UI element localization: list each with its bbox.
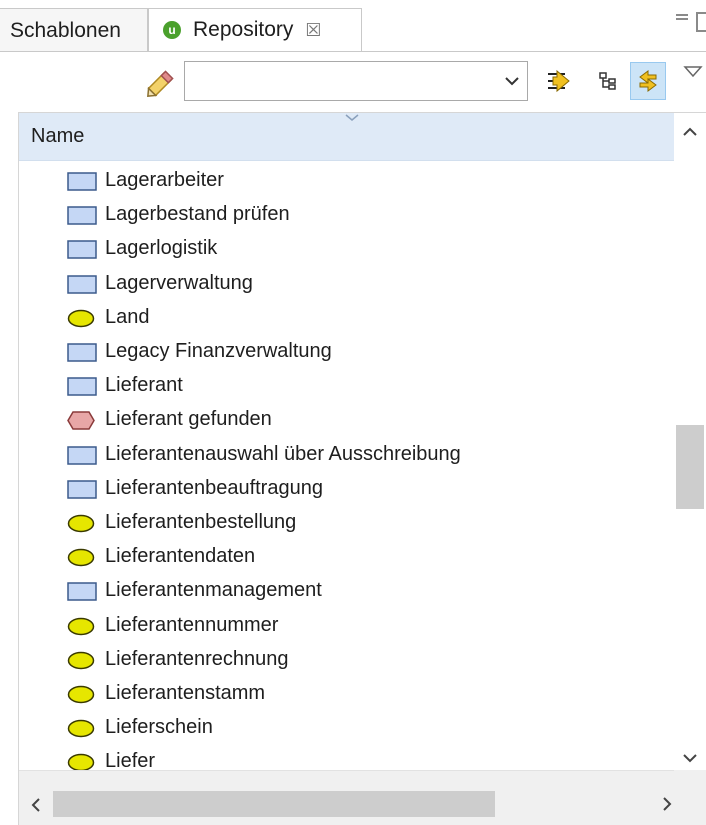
chevron-down-icon[interactable] — [503, 68, 521, 94]
tree-item[interactable]: Lieferschein — [19, 711, 674, 745]
tree-item[interactable]: Lieferantenmanagement — [19, 574, 674, 608]
tree-item-label: Lagerbestand prüfen — [105, 203, 290, 226]
rectangle-icon — [67, 206, 97, 225]
tree-layout-button[interactable] — [590, 62, 626, 100]
rectangle-icon — [67, 274, 97, 294]
tree-item-label: Lagerarbeiter — [105, 169, 224, 191]
tree-item[interactable]: Lieferantennummer — [19, 609, 674, 643]
tab-repository-label: Repository — [193, 18, 294, 41]
tab-repository[interactable]: u Repository ☒ — [148, 8, 362, 52]
tree-item[interactable]: Lieferantendaten — [19, 540, 674, 574]
ellipse-icon — [67, 754, 95, 770]
rectangle-icon — [67, 172, 97, 191]
pencil-filter-icon[interactable] — [142, 62, 182, 102]
view-menu-icon[interactable] — [682, 64, 704, 80]
tree-item-label: Lieferantenauswahl über Ausschreibung — [105, 442, 461, 465]
link-editor-button[interactable] — [540, 62, 576, 100]
tree-item-label: Lieferant gefunden — [105, 408, 272, 431]
tree-rows: Lagerarbeiter Lagerbestand prüfen Lagerlog… — [19, 162, 674, 770]
column-header-label: Name — [31, 125, 85, 147]
tree-item[interactable]: Lieferantenstamm — [19, 677, 674, 711]
close-icon[interactable]: ☒ — [305, 20, 321, 41]
tree-item[interactable]: Lieferantenbestellung — [19, 506, 674, 540]
tree-item-label: Lieferschein — [105, 716, 213, 739]
tree-item[interactable]: Lagerarbeiter — [19, 164, 674, 198]
tree-item-label: Land — [105, 305, 150, 328]
hexagon-icon — [67, 411, 95, 431]
view-tab-bar: Schablonen u Repository ☒ — [0, 0, 706, 52]
tree-item-label: Lieferantenbeauftragung — [105, 476, 323, 499]
tree-item-label: Liefer — [105, 750, 156, 770]
tree-item-label: Lieferantenmanagement — [105, 579, 322, 602]
repository-toolbar — [0, 52, 706, 112]
tab-schablonen-label: Schablonen — [10, 18, 121, 42]
tree-item[interactable]: Legacy Finanzverwaltung — [19, 335, 674, 369]
rectangle-icon — [67, 240, 97, 260]
horizontal-scroll-thumb[interactable] — [53, 791, 495, 817]
rectangle-icon — [67, 377, 97, 396]
tree-item-label: Lieferantenbestellung — [105, 511, 297, 533]
tree-item[interactable]: Land — [19, 301, 674, 335]
maximize-icon[interactable] — [696, 12, 706, 32]
ellipse-icon — [67, 651, 95, 670]
ellipse-icon — [67, 685, 95, 704]
tree-item-label: Legacy Finanzverwaltung — [105, 340, 332, 362]
tree-item[interactable]: Lagerlogistik — [19, 232, 674, 266]
ellipse-icon — [67, 309, 95, 328]
tree-item-label: Lieferantenstamm — [105, 682, 266, 704]
ellipse-icon — [67, 719, 95, 738]
horizontal-scrollbar[interactable] — [19, 770, 674, 825]
tree-item[interactable]: Liefer — [19, 745, 674, 770]
repository-icon: u — [163, 21, 181, 39]
rectangle-icon — [67, 343, 97, 362]
rectangle-icon — [67, 480, 97, 499]
ellipse-icon — [67, 617, 95, 635]
tree-item-label: Lieferant — [105, 374, 183, 397]
tree-item[interactable]: Lieferantenauswahl über Ausschreibung — [19, 438, 674, 472]
tree-item[interactable]: Lieferantenrechnung — [19, 643, 674, 677]
tree-item-label: Lagerlogistik — [105, 237, 218, 260]
scroll-left-icon[interactable] — [29, 795, 43, 815]
tree-item[interactable]: Lagerverwaltung — [19, 267, 674, 301]
tree-item[interactable]: Lieferant — [19, 369, 674, 403]
tree-layout-icon — [599, 72, 616, 90]
scroll-right-icon[interactable] — [660, 794, 674, 814]
rectangle-icon — [67, 582, 97, 602]
scrollbar-corner — [674, 770, 706, 825]
ellipse-icon — [67, 514, 95, 533]
vertical-scroll-thumb[interactable] — [676, 425, 704, 509]
scroll-down-icon[interactable] — [680, 751, 700, 765]
vertical-scrollbar[interactable] — [674, 113, 706, 770]
scroll-up-icon[interactable] — [680, 125, 700, 139]
sync-button[interactable] — [630, 62, 666, 100]
sort-indicator-icon — [345, 114, 359, 121]
column-header-name[interactable]: Name — [19, 113, 674, 161]
rectangle-icon — [67, 445, 97, 465]
ellipse-icon — [67, 548, 95, 567]
tree-item-label: Lieferantenrechnung — [105, 647, 289, 670]
tab-schablonen[interactable]: Schablonen — [0, 8, 148, 52]
tree-item-label: Lagerverwaltung — [105, 271, 253, 294]
tree-item-label: Lieferantennummer — [105, 613, 279, 636]
tree-item[interactable]: Lieferantenbeauftragung — [19, 472, 674, 506]
tree-item-label: Lieferantendaten — [105, 545, 256, 568]
filter-combo[interactable] — [184, 61, 528, 101]
tree-item[interactable]: Lieferant gefunden — [19, 403, 674, 437]
tree-item[interactable]: Lagerbestand prüfen — [19, 198, 674, 232]
sync-icon — [639, 70, 657, 92]
link-editor-icon — [548, 69, 570, 93]
minimize-icon[interactable] — [676, 14, 688, 20]
